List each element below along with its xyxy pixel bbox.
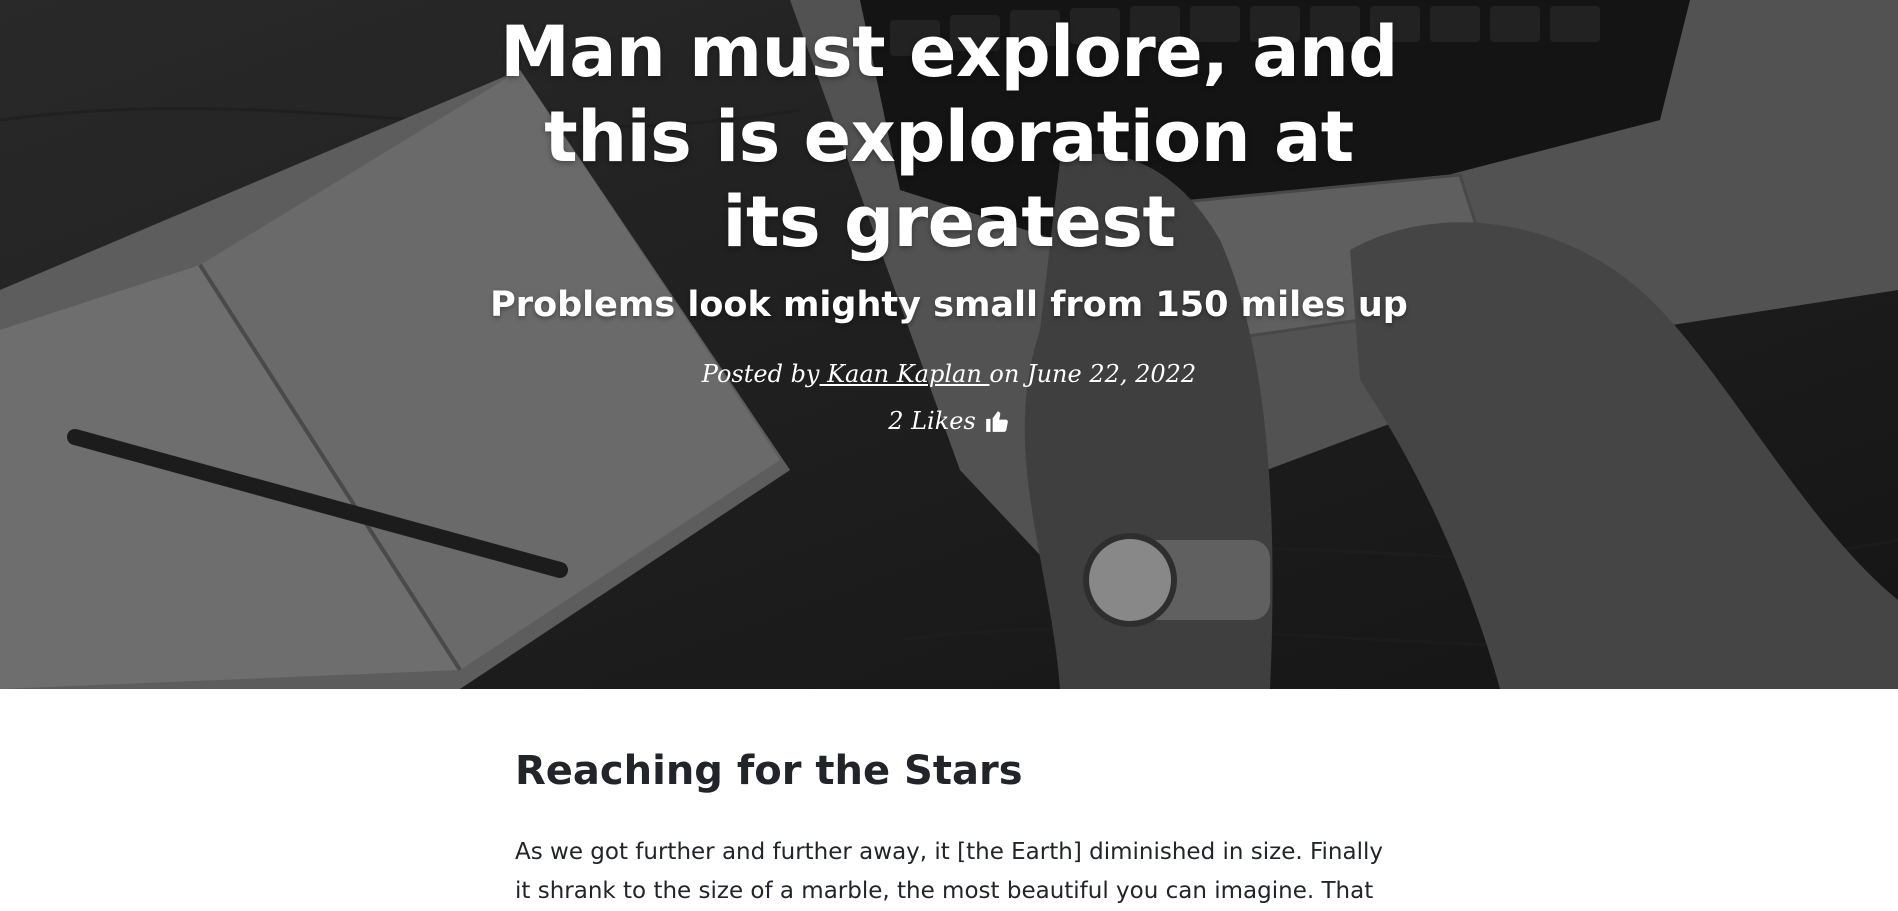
like-button[interactable]: 2 Likes	[888, 405, 1010, 437]
masthead: Man must explore, and this is exploratio…	[0, 0, 1898, 689]
hero-content: Man must explore, and this is exploratio…	[0, 0, 1898, 437]
author-link[interactable]: Kaan Kaplan	[819, 360, 989, 388]
post-title: Man must explore, and this is exploratio…	[500, 11, 1398, 263]
meta-date: on June 22, 2022	[989, 360, 1197, 388]
article: Reaching for the Stars As we got further…	[515, 747, 1383, 911]
post-meta: Posted by Kaan Kaplan on June 22, 2022	[0, 357, 1898, 391]
post-subtitle: Problems look mighty small from 150 mile…	[490, 285, 1408, 325]
likes-count: 2 Likes	[888, 407, 976, 435]
section-heading: Reaching for the Stars	[515, 748, 1023, 794]
thumbs-up-icon	[985, 411, 1008, 432]
article-paragraph: As we got further and further away, it […	[515, 839, 1383, 904]
meta-prefix: Posted by	[701, 360, 820, 388]
